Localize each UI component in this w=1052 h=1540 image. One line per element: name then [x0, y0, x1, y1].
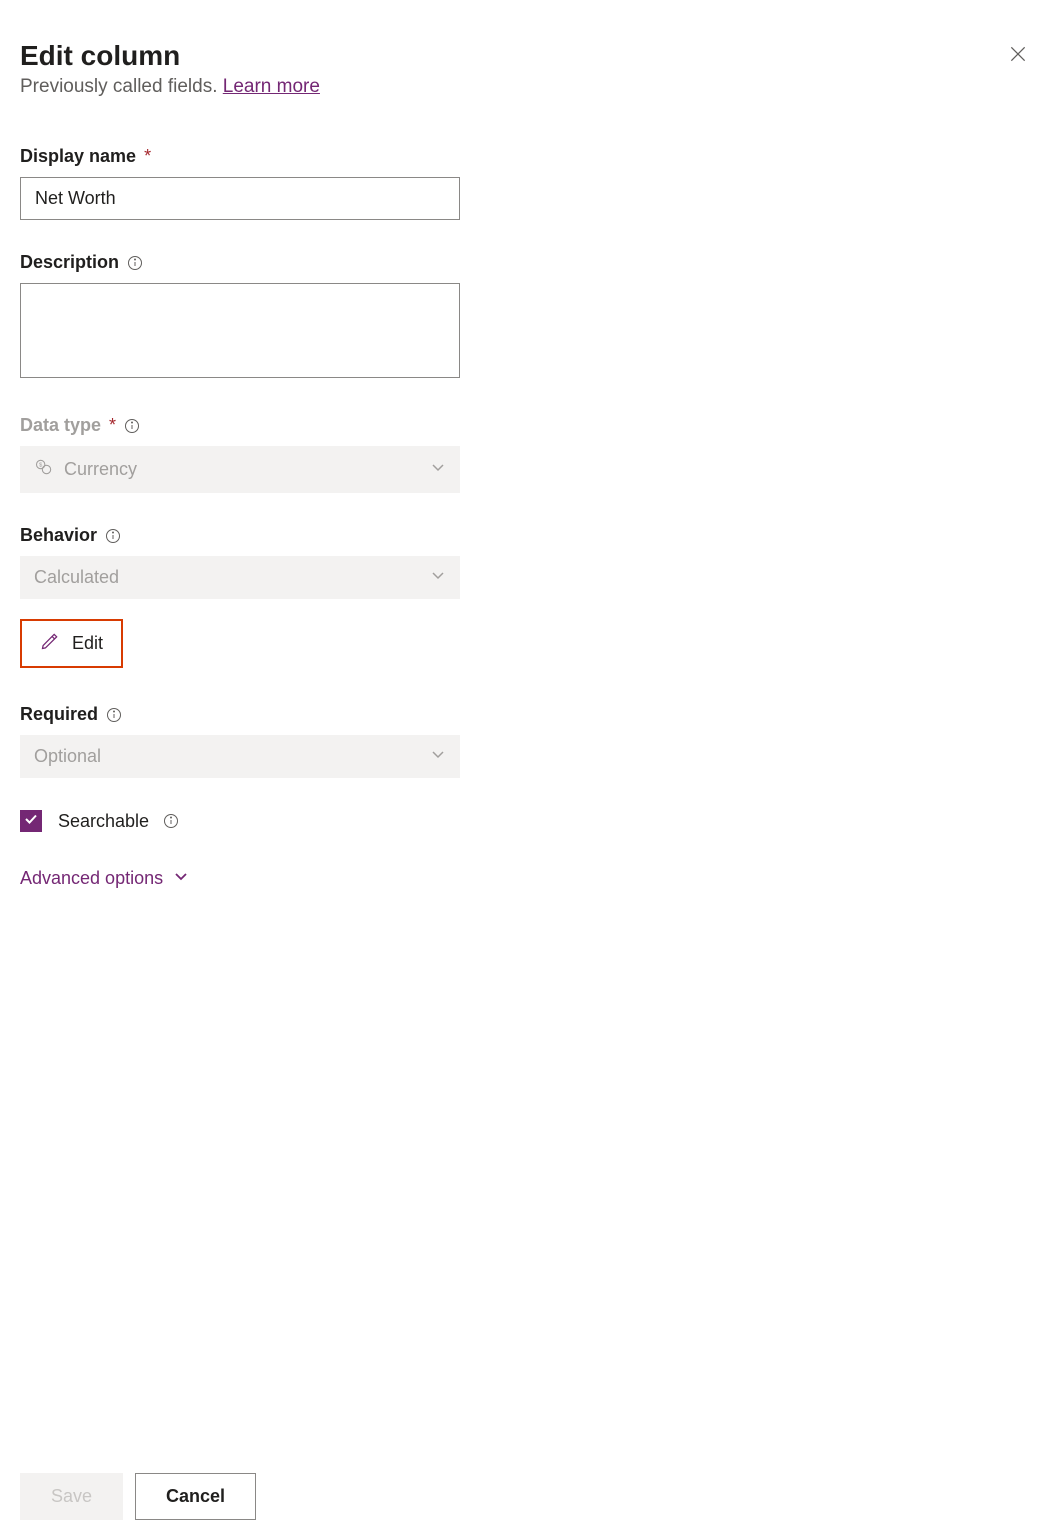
data-type-value: Currency [64, 459, 137, 480]
data-type-select: $ Currency [20, 446, 460, 493]
advanced-options-label: Advanced options [20, 868, 163, 889]
field-description: Description [20, 252, 460, 383]
display-name-label: Display name * [20, 146, 460, 167]
panel-header: Edit column [20, 40, 1032, 72]
edit-button[interactable]: Edit [20, 619, 123, 668]
display-name-input[interactable] [20, 177, 460, 220]
field-behavior: Behavior Calculated [20, 525, 460, 599]
save-button: Save [20, 1473, 123, 1520]
required-star-icon: * [144, 146, 151, 167]
cancel-button[interactable]: Cancel [135, 1473, 256, 1520]
behavior-select: Calculated [20, 556, 460, 599]
panel-subtitle: Previously called fields. Learn more [20, 76, 1032, 98]
required-label: Required [20, 704, 460, 725]
info-icon[interactable] [127, 255, 143, 271]
chevron-down-icon [430, 746, 446, 767]
field-data-type: Data type * $ Currency [20, 415, 460, 493]
checkmark-icon [23, 811, 39, 832]
required-value: Optional [34, 746, 101, 767]
learn-more-link[interactable]: Learn more [223, 76, 320, 97]
chevron-down-icon [430, 459, 446, 480]
description-label: Description [20, 252, 460, 273]
advanced-options-toggle[interactable]: Advanced options [20, 868, 189, 889]
info-icon[interactable] [163, 813, 179, 829]
searchable-label: Searchable [58, 811, 179, 832]
chevron-down-icon [173, 868, 189, 889]
field-required: Required Optional [20, 704, 460, 778]
field-display-name: Display name * [20, 146, 460, 220]
searchable-row: Searchable [20, 810, 460, 832]
description-input[interactable] [20, 283, 460, 378]
form-area: Display name * Description Data type * $ [20, 146, 460, 889]
close-icon [1008, 52, 1028, 67]
info-icon[interactable] [106, 707, 122, 723]
searchable-checkbox[interactable] [20, 810, 42, 832]
subtitle-text: Previously called fields. [20, 76, 223, 97]
behavior-value: Calculated [34, 567, 119, 588]
panel-title: Edit column [20, 40, 180, 72]
info-icon[interactable] [124, 418, 140, 434]
close-button[interactable] [1004, 40, 1032, 71]
footer-buttons: Save Cancel [20, 1473, 256, 1520]
currency-icon: $ [34, 457, 54, 482]
pencil-icon [40, 631, 60, 656]
info-icon[interactable] [105, 528, 121, 544]
edit-button-wrap: Edit [20, 619, 460, 668]
required-select: Optional [20, 735, 460, 778]
data-type-label: Data type * [20, 415, 460, 436]
edit-button-label: Edit [72, 633, 103, 654]
behavior-label: Behavior [20, 525, 460, 546]
chevron-down-icon [430, 567, 446, 588]
required-star-icon: * [109, 415, 116, 436]
